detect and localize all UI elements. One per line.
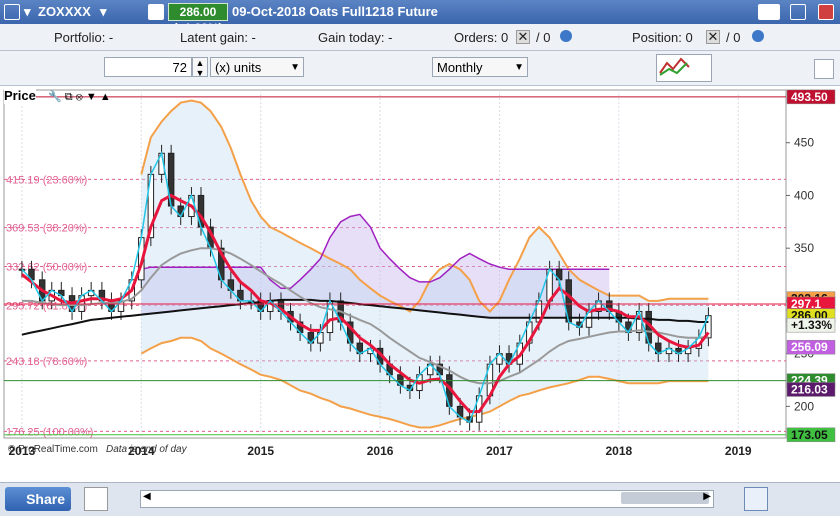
share-label: Share <box>26 491 65 507</box>
time-scrollbar[interactable]: ◀ ▶ <box>140 490 714 508</box>
period-select[interactable]: Monthly ▼ <box>432 57 528 77</box>
x-tick-label: 2019 <box>725 444 752 458</box>
chevron-down-icon: ▼ <box>514 62 524 73</box>
price-chart: 2013201420152016201720182019200250300350… <box>3 89 836 458</box>
panel-tools[interactable]: 🔧 ⧉ ⊗ ▼ ▲ <box>48 90 111 104</box>
drawing-icon[interactable] <box>718 487 740 509</box>
info-bar: Portfolio: - Latent gain: - Gain today: … <box>0 24 840 51</box>
zoom-in-icon[interactable] <box>806 487 828 509</box>
window-titlebar: ▾ ZOXXXX ▾ 286.00 (+1.33%) 09-Oct-2018 O… <box>0 0 840 35</box>
toolbar: 72 ▲ ▼ (x) units ▼ Monthly ▼ <box>0 51 840 86</box>
position-count: / 0 <box>726 30 741 45</box>
share-button[interactable]: Share <box>5 487 71 511</box>
chevron-down-icon: ▼ <box>290 62 300 73</box>
refresh-icon[interactable] <box>814 59 834 79</box>
eod-note: Data is end of day <box>106 444 187 455</box>
units-input[interactable]: 72 <box>104 57 192 77</box>
price-tag-label: 256.09 <box>791 340 828 354</box>
indicators-button[interactable] <box>656 54 712 82</box>
info-icon[interactable] <box>148 4 164 20</box>
fib-label: 243.18 (78.60%) <box>6 356 87 368</box>
fib-label: 369.53 (38.20%) <box>6 223 87 235</box>
orders-count: / 0 <box>536 30 551 45</box>
restore-icon[interactable] <box>790 4 806 20</box>
position-label: Position: 0 <box>632 30 693 45</box>
fib-label: 176.25 (100.00%) <box>6 426 93 438</box>
price-badge: 286.00 (+1.33%) <box>168 3 228 35</box>
keyboard-icon[interactable] <box>758 4 780 20</box>
units-stepper[interactable]: ▲ ▼ <box>192 57 208 78</box>
price-tag-label: 216.03 <box>791 382 828 396</box>
price-tag-label: 173.05 <box>791 428 828 442</box>
download-icon[interactable] <box>84 487 108 511</box>
chart-icon[interactable] <box>4 4 20 20</box>
x-tick-label: 2016 <box>367 444 394 458</box>
units-select[interactable]: (x) units ▼ <box>210 57 304 77</box>
position-close-icon[interactable]: ✕ <box>706 30 720 44</box>
y-tick-label: 450 <box>794 136 814 150</box>
orders-close-icon[interactable]: ✕ <box>516 30 530 44</box>
portfolio-label: Portfolio: - <box>54 30 114 45</box>
close-icon[interactable] <box>818 4 834 20</box>
price-tag-label: 493.50 <box>791 90 828 104</box>
scroll-right-icon[interactable]: ▶ <box>703 491 711 502</box>
scroll-thumb[interactable] <box>621 492 709 504</box>
bottom-bar: Share ◀ ▶ <box>0 482 840 516</box>
zoom-out-icon[interactable] <box>776 487 798 509</box>
fib-label: 415.19 (23.60%) <box>6 174 87 186</box>
latent-gain-label: Latent gain: - <box>180 30 256 45</box>
indicator-chart-icon <box>659 57 690 76</box>
cursor-icon[interactable] <box>112 487 134 509</box>
orders-gear-icon[interactable] <box>560 30 572 42</box>
position-gear-icon[interactable] <box>752 30 764 42</box>
x-tick-label: 2015 <box>247 444 274 458</box>
orders-label: Orders: 0 <box>454 30 509 45</box>
y-tick-label: 350 <box>794 241 814 255</box>
fib-label: 332.62 (50.00%) <box>6 262 87 274</box>
period-select-label: Monthly <box>437 60 483 75</box>
price-tag-label: +1.33% <box>791 318 832 332</box>
chart-panel: 2013201420152016201720182019200250300350… <box>0 86 840 482</box>
copyright: © ProRealTime.com <box>8 444 98 455</box>
symbol-dropdown-icon[interactable]: ▾ <box>100 4 107 20</box>
units-select-label: (x) units <box>215 60 262 75</box>
menu-arrow-icon[interactable]: ▾ <box>24 4 31 20</box>
gain-today-label: Gain today: - <box>318 30 393 45</box>
symbol-label[interactable]: ZOXXXX <box>38 4 91 19</box>
window-title: 09-Oct-2018 Oats Full1218 Future <box>232 4 438 19</box>
scroll-left-icon[interactable]: ◀ <box>143 491 151 502</box>
x-tick-label: 2018 <box>606 444 633 458</box>
y-tick-label: 200 <box>794 399 814 413</box>
zoom-fit-icon[interactable] <box>744 487 768 511</box>
x-tick-label: 2017 <box>486 444 513 458</box>
panel-label: Price <box>4 88 36 104</box>
y-tick-label: 400 <box>794 188 814 202</box>
